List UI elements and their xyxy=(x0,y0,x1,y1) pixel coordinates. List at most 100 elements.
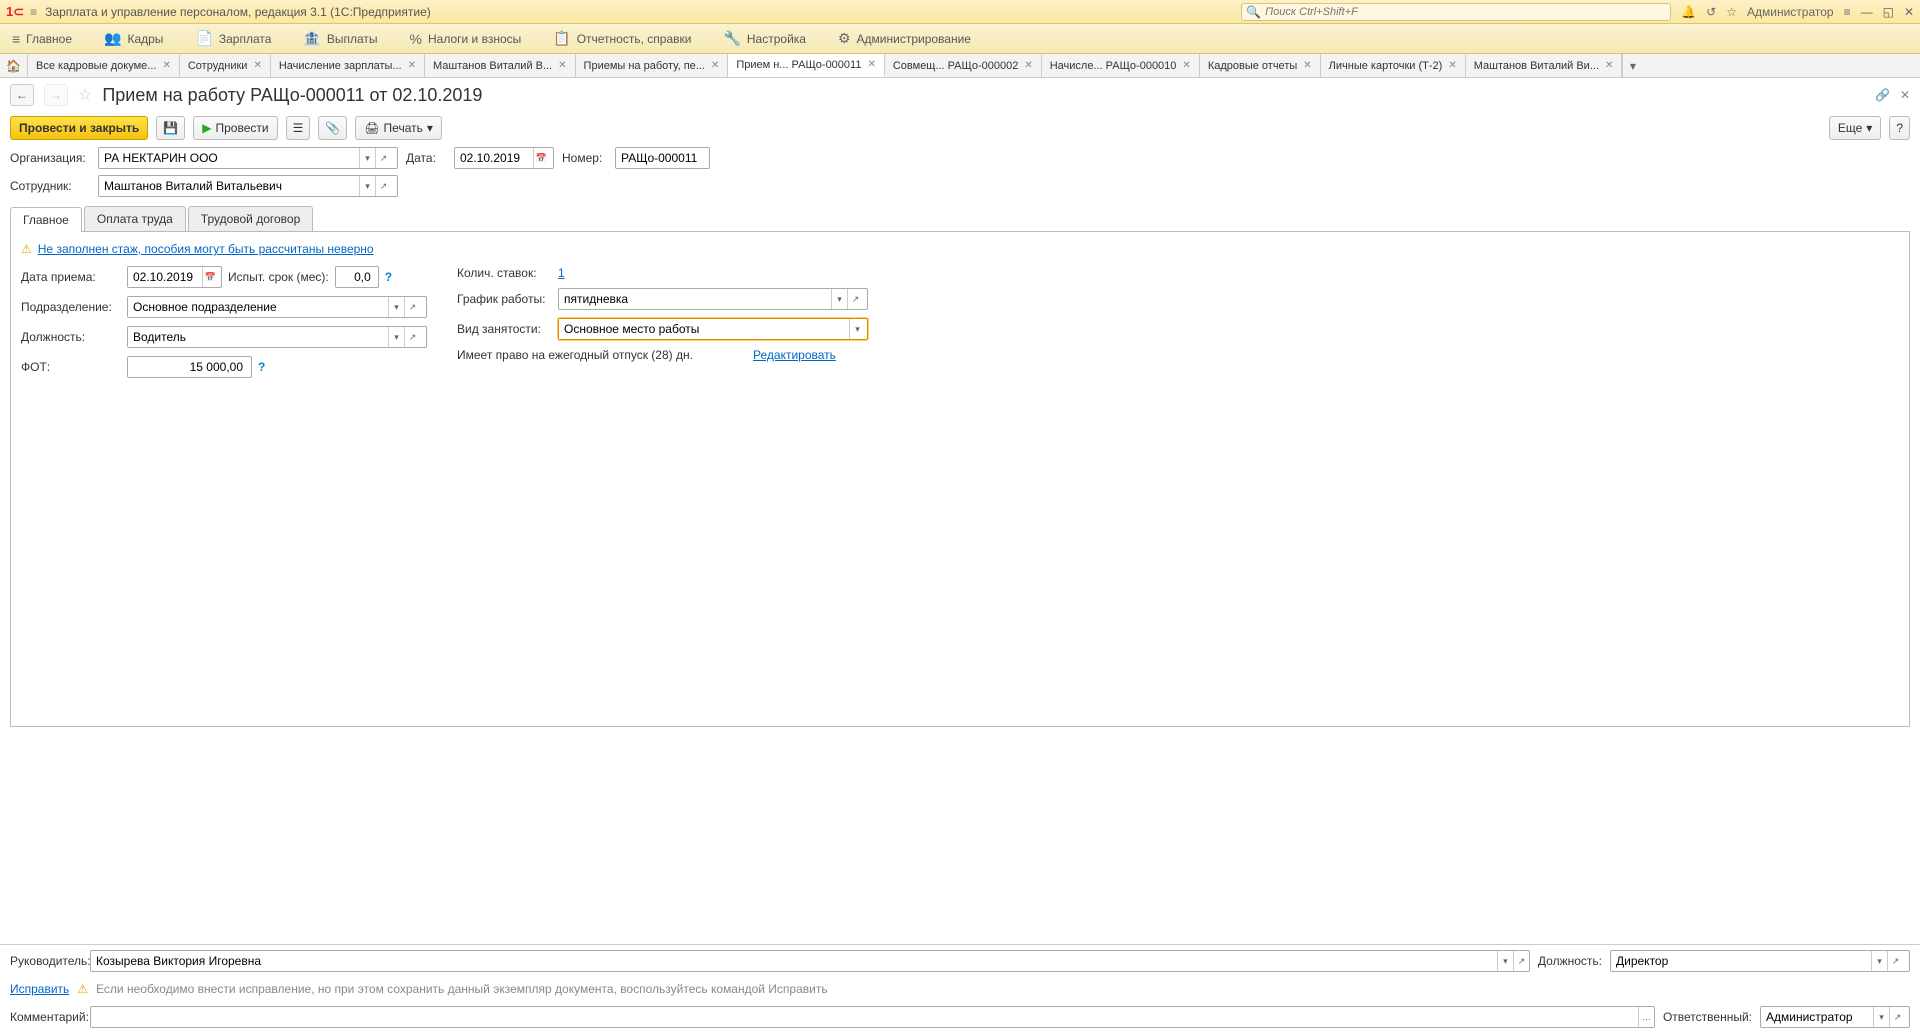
close-icon[interactable]: ✕ xyxy=(1303,60,1311,71)
tab-item[interactable]: Личные карточки (Т-2)✕ xyxy=(1321,54,1466,77)
global-search[interactable]: 🔍 xyxy=(1241,3,1671,21)
date-field[interactable]: 📅 xyxy=(454,147,554,169)
dropdown-icon[interactable]: ▾ xyxy=(1871,951,1887,971)
back-button[interactable]: ← xyxy=(10,84,34,106)
dropdown-icon[interactable]: ▾ xyxy=(1497,951,1513,971)
tab-item[interactable]: Начисление зарплаты...✕ xyxy=(271,54,425,77)
more-button[interactable]: Еще▾ xyxy=(1829,116,1881,140)
employment-type-input[interactable] xyxy=(559,319,849,339)
manager-input[interactable] xyxy=(91,951,1497,971)
tab-contract[interactable]: Трудовой договор xyxy=(188,206,313,231)
close-icon[interactable]: ✕ xyxy=(711,60,719,71)
menu-admin[interactable]: ⚙Администрирование xyxy=(832,26,977,51)
footer-position-field[interactable]: ▾ ↗ xyxy=(1610,950,1910,972)
search-input[interactable] xyxy=(1265,6,1666,18)
probation-input[interactable] xyxy=(336,267,376,287)
menu-reports[interactable]: 📋Отчетность, справки xyxy=(547,26,697,51)
dropdown-icon[interactable]: ▾ xyxy=(388,327,404,347)
close-icon[interactable]: ✕ xyxy=(1605,60,1613,71)
close-icon[interactable]: ✕ xyxy=(867,59,875,70)
tab-item-active[interactable]: Прием н... РАЩо-000011✕ xyxy=(728,54,885,77)
open-icon[interactable]: ↗ xyxy=(375,148,391,168)
division-field[interactable]: ▾ ↗ xyxy=(127,296,427,318)
warning-link[interactable]: Не заполнен стаж, пособия могут быть рас… xyxy=(38,242,374,256)
responsible-field[interactable]: ▾ ↗ xyxy=(1760,1006,1910,1028)
org-input[interactable] xyxy=(99,148,359,168)
star-icon[interactable]: ☆ xyxy=(1726,5,1737,19)
open-icon[interactable]: ↗ xyxy=(1887,951,1903,971)
hire-date-field[interactable]: 📅 xyxy=(127,266,222,288)
tab-item[interactable]: Приемы на работу, пе...✕ xyxy=(576,54,729,77)
minimize-icon[interactable]: — xyxy=(1861,5,1873,19)
open-icon[interactable]: ↗ xyxy=(1889,1007,1905,1027)
close-icon[interactable]: ✕ xyxy=(162,60,170,71)
menu-taxes[interactable]: %Налоги и взносы xyxy=(404,27,528,51)
dropdown-icon[interactable]: ▾ xyxy=(1873,1007,1889,1027)
close-icon[interactable]: ✕ xyxy=(1024,60,1032,71)
tab-item[interactable]: Начисле... РАЩо-000010✕ xyxy=(1042,54,1200,77)
position-field[interactable]: ▾ ↗ xyxy=(127,326,427,348)
post-button[interactable]: ▶Провести xyxy=(193,116,277,140)
save-button[interactable]: 💾 xyxy=(156,116,185,140)
help-button[interactable]: ? xyxy=(1889,116,1910,140)
open-icon[interactable]: ↗ xyxy=(404,297,420,317)
number-input[interactable] xyxy=(616,148,706,168)
tab-item[interactable]: Сотрудники✕ xyxy=(180,54,271,77)
schedule-input[interactable] xyxy=(559,289,831,309)
close-window-icon[interactable]: ✕ xyxy=(1904,5,1914,19)
tab-item[interactable]: Совмещ... РАЩо-000002✕ xyxy=(885,54,1042,77)
tab-payment[interactable]: Оплата труда xyxy=(84,206,186,231)
calendar-icon[interactable]: 📅 xyxy=(202,267,218,287)
dropdown-icon[interactable]: ▾ xyxy=(849,319,865,339)
open-icon[interactable]: ↗ xyxy=(404,327,420,347)
menu-main[interactable]: ≡Главное xyxy=(6,27,78,51)
post-and-close-button[interactable]: Провести и закрыть xyxy=(10,116,148,140)
open-icon[interactable]: ↗ xyxy=(1513,951,1529,971)
responsible-input[interactable] xyxy=(1761,1007,1873,1027)
manager-field[interactable]: ▾ ↗ xyxy=(90,950,1530,972)
open-icon[interactable]: ↗ xyxy=(375,176,391,196)
tab-main[interactable]: Главное xyxy=(10,207,82,232)
menu-settings[interactable]: 🔧Настройка xyxy=(717,26,812,51)
structure-button[interactable]: ☰ xyxy=(286,116,311,140)
history-icon[interactable]: ↺ xyxy=(1706,5,1716,19)
dropdown-icon[interactable]: ▾ xyxy=(359,148,375,168)
menu-payments[interactable]: 🏦Выплаты xyxy=(297,26,383,51)
close-icon[interactable]: ✕ xyxy=(558,60,566,71)
fix-link[interactable]: Исправить xyxy=(10,982,69,996)
fot-field[interactable] xyxy=(127,356,252,378)
org-field[interactable]: ▾ ↗ xyxy=(98,147,398,169)
date-input[interactable] xyxy=(455,148,533,168)
close-icon[interactable]: ✕ xyxy=(1182,60,1190,71)
footer-position-input[interactable] xyxy=(1611,951,1871,971)
probation-field[interactable] xyxy=(335,266,379,288)
menu-icon[interactable]: ≡ xyxy=(30,5,37,19)
division-input[interactable] xyxy=(128,297,388,317)
edit-vacation-link[interactable]: Редактировать xyxy=(753,348,836,362)
settings-icon[interactable]: ≡ xyxy=(1844,5,1851,19)
hire-date-input[interactable] xyxy=(128,267,202,287)
dropdown-icon[interactable]: ▾ xyxy=(831,289,847,309)
rates-link[interactable]: 1 xyxy=(558,266,565,280)
forward-button[interactable]: → xyxy=(44,84,68,106)
help-icon[interactable]: ? xyxy=(258,360,265,374)
dropdown-icon[interactable]: ▾ xyxy=(359,176,375,196)
comment-input[interactable] xyxy=(91,1007,1638,1027)
open-icon[interactable]: ↗ xyxy=(847,289,863,309)
employee-field[interactable]: ▾ ↗ xyxy=(98,175,398,197)
menu-hr[interactable]: 👥Кадры xyxy=(98,26,169,51)
link-icon[interactable]: 🔗 xyxy=(1875,88,1890,102)
comment-field[interactable]: … xyxy=(90,1006,1655,1028)
favorite-star-icon[interactable]: ☆ xyxy=(78,85,92,105)
calendar-icon[interactable]: 📅 xyxy=(533,148,549,168)
dropdown-icon[interactable]: ▾ xyxy=(388,297,404,317)
schedule-field[interactable]: ▾ ↗ xyxy=(558,288,868,310)
tab-item[interactable]: Маштанов Виталий В...✕ xyxy=(425,54,576,77)
bell-icon[interactable]: 🔔 xyxy=(1681,5,1696,19)
tab-item[interactable]: Кадровые отчеты✕ xyxy=(1200,54,1321,77)
close-icon[interactable]: ✕ xyxy=(1448,60,1456,71)
ellipsis-icon[interactable]: … xyxy=(1638,1007,1654,1027)
maximize-icon[interactable]: ◱ xyxy=(1883,5,1894,19)
position-input[interactable] xyxy=(128,327,388,347)
home-tab[interactable]: 🏠 xyxy=(0,54,28,77)
